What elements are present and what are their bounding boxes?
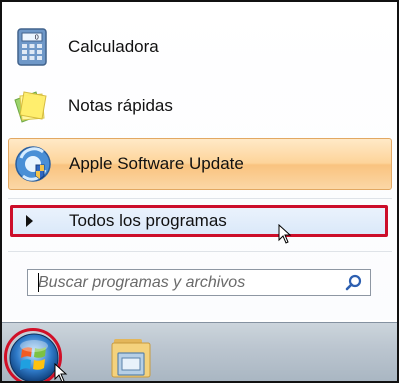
- program-label-calculator: Calculadora: [68, 37, 159, 56]
- text-caret: [38, 273, 39, 292]
- apple-software-update-icon: [15, 146, 51, 182]
- svg-text:0: 0: [35, 34, 39, 42]
- triangle-right-icon: [26, 215, 33, 227]
- file-explorer-folder-icon[interactable]: [106, 331, 158, 383]
- program-item-sticky-notes[interactable]: Notas rápidas: [8, 80, 392, 132]
- taskbar: [2, 322, 397, 383]
- calculator-icon: 0: [17, 28, 47, 66]
- all-programs-button[interactable]: Todos los programas: [10, 205, 388, 237]
- sticky-notes-icon: [14, 91, 47, 123]
- mouse-cursor-icon-2: [54, 363, 68, 381]
- screenshot-frame: 0 Calculadora Notas rápidas Apple Softwa…: [0, 0, 399, 383]
- program-label-sticky-notes: Notas rápidas: [68, 96, 173, 115]
- menu-separator-2: [8, 251, 392, 252]
- program-item-apple-software-update[interactable]: Apple Software Update: [8, 138, 392, 190]
- start-menu-panel: 0 Calculadora Notas rápidas Apple Softwa…: [2, 2, 397, 320]
- all-programs-label: Todos los programas: [69, 211, 227, 230]
- magnifier-icon[interactable]: [344, 273, 364, 293]
- menu-separator: [8, 198, 392, 199]
- search-box[interactable]: [27, 269, 371, 296]
- mouse-cursor-icon: [278, 224, 292, 244]
- program-label-apple-software-update: Apple Software Update: [69, 154, 244, 173]
- program-item-calculator[interactable]: 0 Calculadora: [8, 21, 392, 73]
- search-input[interactable]: [28, 269, 344, 296]
